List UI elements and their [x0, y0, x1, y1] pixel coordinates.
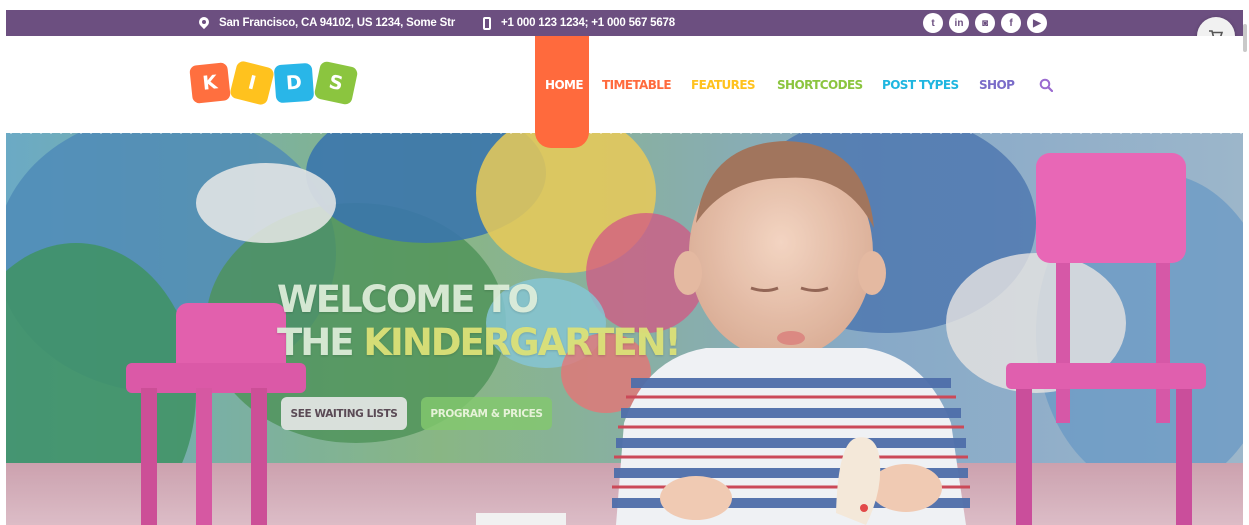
- hero-title: WELCOME TO THE KINDERGARTEN!: [277, 278, 681, 364]
- address-info: San Francisco, CA 94102, US 1234, Some S…: [199, 10, 455, 36]
- location-pin-icon: [199, 17, 209, 30]
- nav-shortcodes[interactable]: SHORTCODES: [777, 76, 863, 94]
- logo-letter-i: I: [228, 59, 276, 107]
- program-prices-button[interactable]: PROGRAM & PRICES: [421, 397, 552, 430]
- top-info-bar: San Francisco, CA 94102, US 1234, Some S…: [6, 10, 1243, 36]
- nav-post-types-label: POST TYPES: [882, 78, 959, 92]
- youtube-icon[interactable]: ▶: [1027, 13, 1047, 33]
- linkedin-icon[interactable]: in: [949, 13, 969, 33]
- nav-timetable-label: TIMETABLE: [602, 78, 672, 92]
- social-links: t in ◙ f ▶: [923, 13, 1047, 33]
- mobile-phone-icon: [483, 16, 491, 30]
- nav-shortcodes-label: SHORTCODES: [777, 78, 863, 92]
- nav-shop[interactable]: SHOP: [979, 76, 1015, 94]
- nav-home-label: HOME: [545, 78, 584, 92]
- see-waiting-lists-button[interactable]: SEE WAITING LISTS: [281, 397, 407, 430]
- address-text: San Francisco, CA 94102, US 1234, Some S…: [219, 17, 455, 29]
- scrollbar-thumb[interactable]: [1243, 24, 1247, 52]
- logo-letter-d: D: [273, 62, 315, 104]
- nav-timetable[interactable]: TIMETABLE: [602, 76, 672, 94]
- twitter-icon[interactable]: t: [923, 13, 943, 33]
- kids-logo[interactable]: K I D S: [189, 58, 359, 108]
- facebook-icon[interactable]: f: [1001, 13, 1021, 33]
- hero-title-line1: WELCOME TO: [277, 278, 539, 321]
- hero-title-kindergarten: KINDERGARTEN!: [363, 321, 681, 364]
- phone-text: +1 000 123 1234; +1 000 567 5678: [501, 17, 675, 29]
- nav-shop-label: SHOP: [979, 78, 1015, 92]
- instagram-icon[interactable]: ◙: [975, 13, 995, 33]
- hero-title-line2: THE KINDERGARTEN!: [277, 321, 681, 364]
- nav-home[interactable]: HOME: [545, 76, 584, 94]
- zigzag-divider: [6, 128, 1243, 138]
- search-icon[interactable]: [1039, 78, 1053, 92]
- logo-letter-s: S: [313, 60, 359, 106]
- hero-title-the: THE: [277, 321, 354, 364]
- nav-features-label: FEATURES: [691, 78, 756, 92]
- nav-post-types[interactable]: POST TYPES: [882, 76, 959, 94]
- nav-features[interactable]: FEATURES: [691, 76, 756, 94]
- phone-info: +1 000 123 1234; +1 000 567 5678: [483, 10, 675, 36]
- logo-letter-k: K: [189, 62, 231, 104]
